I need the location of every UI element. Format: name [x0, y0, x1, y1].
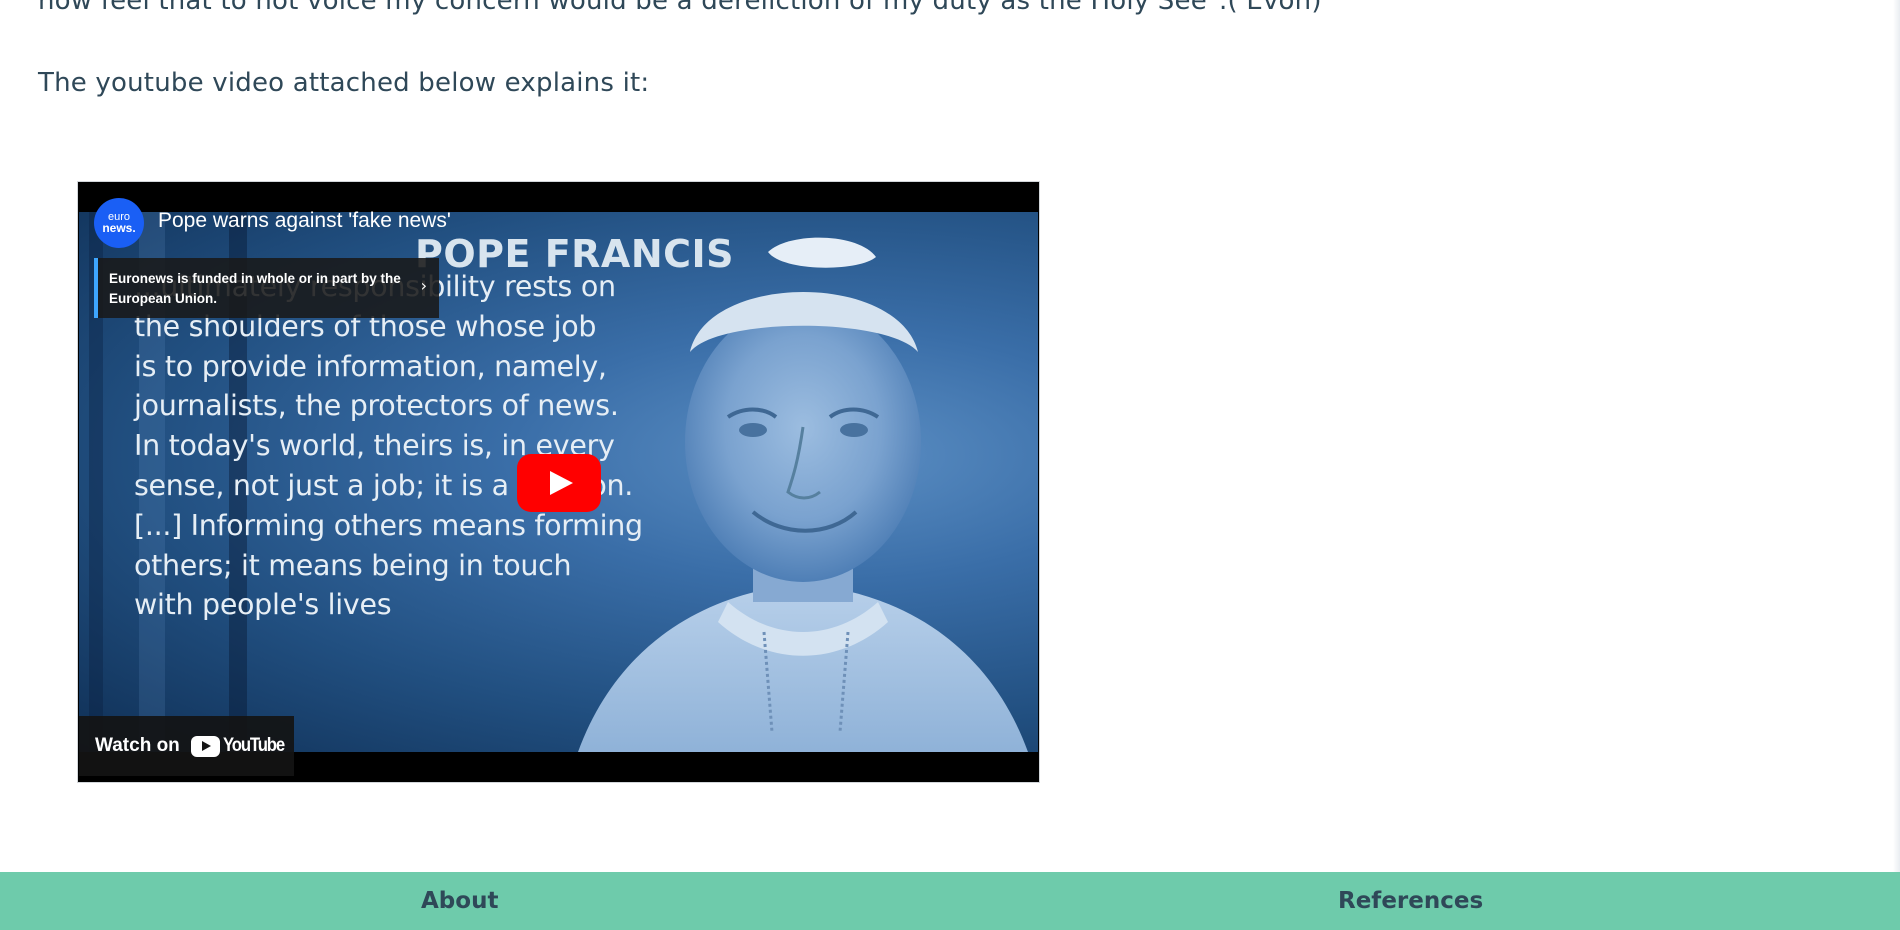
thumbnail-quote-line: journalists, the protectors of news. [134, 389, 619, 422]
funding-notice-panel[interactable]: Euronews is funded in whole or in part b… [94, 258, 439, 318]
play-icon [550, 471, 573, 495]
footer-link-references[interactable]: References [1338, 888, 1483, 914]
chevron-right-icon[interactable]: › [421, 276, 427, 295]
footer-link-about[interactable]: About [421, 888, 498, 914]
youtube-wordmark: YouTube [222, 735, 285, 756]
video-title-link[interactable]: Pope warns against 'fake news' [158, 209, 451, 233]
thumbnail-quote-line: with people's lives [134, 588, 392, 621]
youtube-embed[interactable]: POPE FRANCIS ...ultimately responsibilit… [77, 181, 1040, 783]
thumbnail-quote-line: [...] Informing others means forming [134, 509, 643, 542]
funding-notice-text: Euronews is funded in whole or in part b… [109, 271, 401, 306]
scrollbar-edge [1893, 0, 1900, 872]
play-button[interactable] [517, 454, 601, 512]
channel-logo-icon[interactable]: euro news. [94, 198, 144, 248]
thumbnail-quote-line: others; it means being in touch [134, 549, 572, 582]
watch-on-label: Watch on [95, 735, 180, 756]
thumbnail-quote-line: is to provide information, namely, [134, 350, 607, 383]
channel-logo-text: news. [102, 220, 136, 235]
article-text-partial: now feel that to not voice my concern wo… [38, 0, 1322, 16]
video-intro-text: The youtube video attached below explain… [38, 68, 650, 98]
youtube-play-icon [190, 735, 220, 757]
youtube-logo: YouTube [190, 735, 292, 757]
watch-on-youtube-button[interactable]: Watch on YouTube [79, 716, 294, 776]
footer-nav: About References [0, 872, 1900, 930]
